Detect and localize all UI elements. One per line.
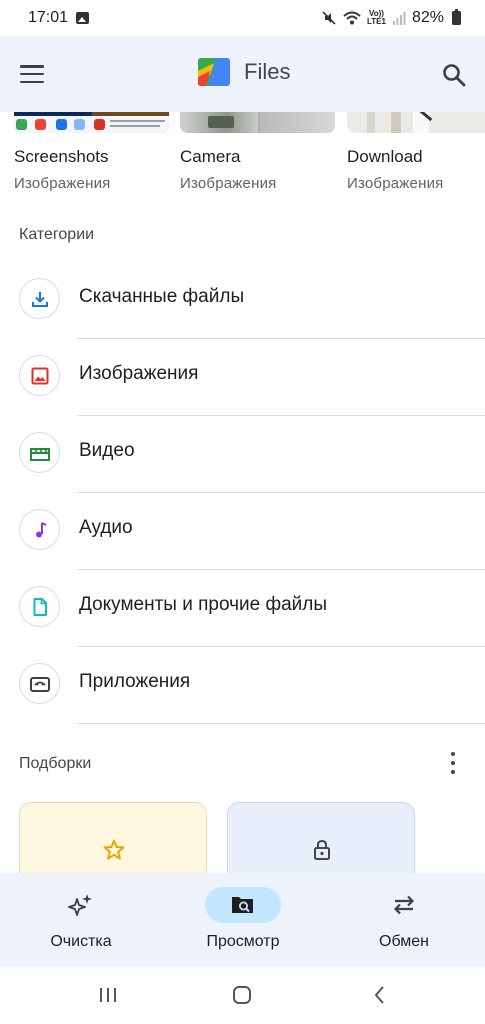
more-options-icon[interactable] xyxy=(449,752,457,774)
search-icon[interactable] xyxy=(441,62,467,88)
folder-type: Изображения xyxy=(347,175,444,192)
nav-share[interactable]: Обмен xyxy=(323,873,485,967)
swap-icon xyxy=(393,895,415,915)
nav-label: Обмен xyxy=(379,933,429,950)
image-icon xyxy=(19,355,60,396)
folder-card-camera[interactable]: Camera Изображения xyxy=(180,112,335,192)
folder-name: Camera xyxy=(180,147,241,166)
folders-carousel: Screenshots Изображения Camera Изображен… xyxy=(0,112,485,202)
status-bar: 17:01 Vo)) LTE1 82% xyxy=(0,0,485,36)
folder-thumbnail xyxy=(347,112,485,133)
gallery-notification-icon xyxy=(76,12,90,24)
video-icon xyxy=(19,432,60,473)
folder-type: Изображения xyxy=(14,175,111,192)
star-icon xyxy=(103,839,125,860)
folder-name: Screenshots xyxy=(14,147,109,166)
nav-icon-container-selected xyxy=(205,887,281,923)
battery-percent: 82% xyxy=(411,9,444,26)
android-icon xyxy=(19,663,60,704)
nav-browse[interactable]: Просмотр xyxy=(162,873,324,967)
lock-icon xyxy=(314,839,330,860)
category-documents[interactable]: Документы и прочие файлы xyxy=(0,570,485,647)
wifi-icon xyxy=(343,11,361,25)
status-time: 17:01 xyxy=(28,9,69,26)
category-downloads[interactable]: Скачанные файлы xyxy=(0,262,485,339)
category-label: Аудио xyxy=(79,517,133,538)
download-icon xyxy=(19,278,60,319)
folder-type: Изображения xyxy=(180,175,277,192)
system-navigation-bar xyxy=(0,967,485,1024)
category-apps[interactable]: Приложения xyxy=(0,647,485,724)
document-icon xyxy=(19,586,60,627)
category-label: Видео xyxy=(79,440,135,461)
category-video[interactable]: Видео xyxy=(0,416,485,493)
signal-icon xyxy=(392,12,406,25)
home-icon[interactable] xyxy=(231,984,253,1006)
divider xyxy=(77,723,485,724)
folder-thumbnail xyxy=(14,112,169,133)
category-images[interactable]: Изображения xyxy=(0,339,485,416)
nav-icon-container xyxy=(366,887,442,923)
app-title: Files xyxy=(244,59,291,84)
nav-clean[interactable]: Очистка xyxy=(0,873,162,967)
music-note-icon xyxy=(19,509,60,550)
category-label: Изображения xyxy=(79,363,199,384)
category-label: Скачанные файлы xyxy=(79,286,245,307)
battery-icon xyxy=(452,9,461,25)
folder-thumbnail xyxy=(180,112,335,133)
app-bar: Files xyxy=(0,36,485,112)
nav-label: Просмотр xyxy=(206,933,280,950)
back-icon[interactable] xyxy=(369,984,391,1006)
collections-title: Подборки xyxy=(19,755,92,772)
menu-icon[interactable] xyxy=(20,65,44,83)
folder-card-download[interactable]: Download Изображения xyxy=(347,112,485,192)
folder-search-icon xyxy=(232,897,253,913)
folder-name: Download xyxy=(347,147,423,166)
files-logo-icon xyxy=(198,58,230,86)
folder-card-screenshots[interactable]: Screenshots Изображения xyxy=(14,112,169,192)
app-title-group: Files xyxy=(196,57,290,87)
sparkle-icon xyxy=(68,894,92,916)
nav-label: Очистка xyxy=(50,933,112,950)
category-audio[interactable]: Аудио xyxy=(0,493,485,570)
categories-title: Категории xyxy=(19,226,95,243)
category-label: Приложения xyxy=(79,671,191,692)
category-label: Документы и прочие файлы xyxy=(79,594,328,615)
recent-apps-icon[interactable] xyxy=(97,984,119,1006)
lte-indicator: Vo)) LTE1 xyxy=(367,9,386,26)
mute-icon xyxy=(322,11,336,25)
bottom-navigation: Очистка Просмотр Обмен xyxy=(0,873,485,967)
nav-icon-container xyxy=(43,887,119,923)
